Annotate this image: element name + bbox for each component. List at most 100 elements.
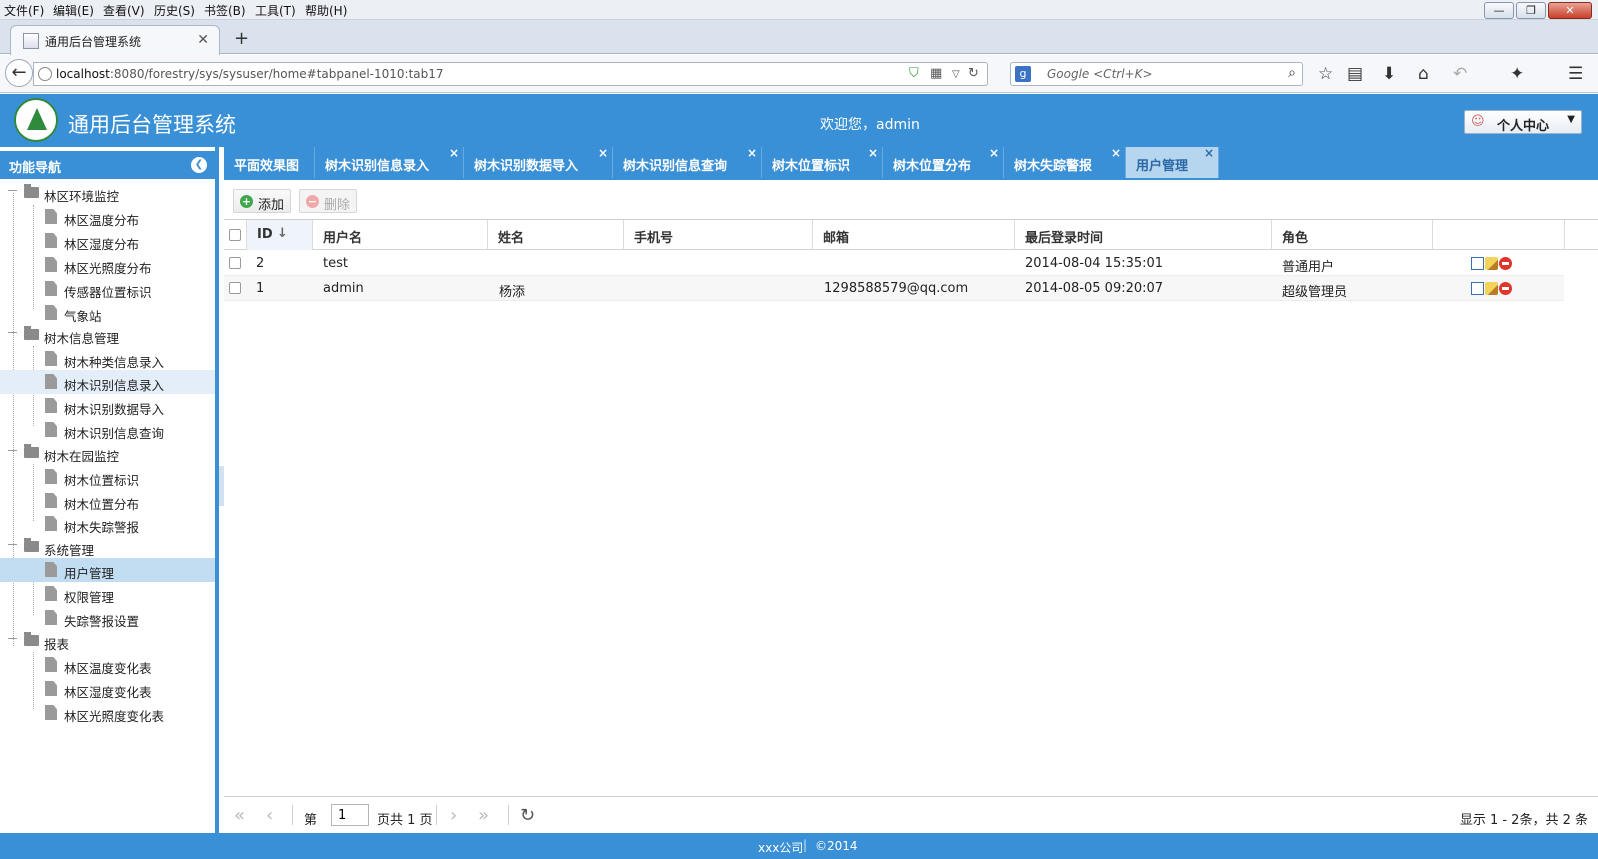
menu-help[interactable]: 帮助(H) bbox=[305, 2, 347, 19]
extension-icon[interactable]: ✦ bbox=[1510, 64, 1524, 84]
collapse-icon[interactable] bbox=[8, 638, 17, 639]
menu-bookmarks[interactable]: 书签(B) bbox=[204, 2, 246, 19]
search-engine-icon[interactable]: g bbox=[1015, 66, 1031, 82]
sidebar-item-info-query[interactable]: 树木识别信息查询 bbox=[0, 418, 215, 442]
tab-user-management[interactable]: 用户管理 × bbox=[1126, 146, 1219, 178]
add-button[interactable]: + 添加 bbox=[233, 189, 291, 213]
bookmark-star-icon[interactable]: ☆ bbox=[1318, 64, 1333, 84]
sidebar-item-weather-station[interactable]: 气象站 bbox=[0, 301, 215, 325]
sidebar-item-position-distribution[interactable]: 树木位置分布 bbox=[0, 489, 215, 513]
edit-pencil-icon[interactable] bbox=[1485, 257, 1498, 270]
new-tab-icon[interactable]: + bbox=[234, 28, 249, 49]
tab-position-distribution[interactable]: 树木位置分布 × bbox=[883, 146, 1004, 178]
sidebar-item-humidity-report[interactable]: 林区湿度变化表 bbox=[0, 677, 215, 701]
sidebar-item-illuminance[interactable]: 林区光照度分布 bbox=[0, 253, 215, 277]
sidebar-item-ident-entry[interactable]: 树木识别信息录入 bbox=[0, 370, 215, 394]
sidebar-item-tree-position[interactable]: 树木位置标识 bbox=[0, 465, 215, 489]
sidebar-item-missing-alert[interactable]: 树木失踪警报 bbox=[0, 512, 215, 536]
sidebar-item-data-import[interactable]: 树木识别数据导入 bbox=[0, 394, 215, 418]
menu-history[interactable]: 历史(S) bbox=[154, 2, 195, 19]
tab-ident-entry[interactable]: 树木识别信息录入 × bbox=[315, 146, 464, 178]
close-icon[interactable]: × bbox=[989, 146, 999, 160]
tree-group-system[interactable]: 系统管理 bbox=[0, 535, 215, 559]
sidebar-item-alert-settings[interactable]: 失踪警报设置 bbox=[0, 606, 215, 630]
column-email[interactable]: 邮箱 bbox=[813, 220, 1015, 250]
back-button[interactable]: ← bbox=[5, 59, 33, 87]
tree-group-tree-info[interactable]: 树木信息管理 bbox=[0, 323, 215, 347]
sidebar-item-permissions[interactable]: 权限管理 bbox=[0, 582, 215, 606]
dropdown-icon[interactable]: ▽ bbox=[952, 69, 960, 80]
sidebar-item-humidity[interactable]: 林区湿度分布 bbox=[0, 229, 215, 253]
reload-icon[interactable]: ↻ bbox=[968, 66, 979, 81]
home-icon[interactable]: ⌂ bbox=[1418, 64, 1429, 84]
column-name[interactable]: 姓名 bbox=[488, 220, 624, 250]
close-window-button[interactable]: ✕ bbox=[1548, 2, 1592, 19]
minimize-button[interactable]: — bbox=[1484, 2, 1514, 19]
sidebar-item-temperature[interactable]: 林区温度分布 bbox=[0, 205, 215, 229]
delete-button[interactable]: − 删除 bbox=[299, 189, 357, 213]
tab-data-import[interactable]: 树木识别数据导入 × bbox=[464, 146, 613, 178]
tab-floor-plan[interactable]: 平面效果图 bbox=[224, 147, 315, 178]
prev-page-icon[interactable]: ‹ bbox=[266, 805, 273, 826]
table-row[interactable]: 2 test 2014-08-04 15:35:01 普通用户 bbox=[224, 251, 1564, 276]
collapse-icon[interactable] bbox=[8, 332, 17, 333]
tree-group-environment[interactable]: 林区环境监控 bbox=[0, 181, 215, 205]
collapse-sidebar-icon[interactable]: ❮ bbox=[191, 157, 207, 173]
menu-hamburger-icon[interactable]: ☰ bbox=[1568, 64, 1583, 84]
address-bar[interactable]: localhost:8080/forestry/sys/sysuser/home… bbox=[33, 62, 988, 86]
search-icon[interactable]: ⌕ bbox=[1288, 65, 1296, 81]
row-checkbox[interactable] bbox=[229, 282, 241, 294]
close-icon[interactable]: × bbox=[598, 146, 608, 160]
collapse-icon[interactable] bbox=[8, 544, 17, 545]
view-detail-icon[interactable] bbox=[1471, 257, 1484, 270]
sidebar-item-temp-report[interactable]: 林区温度变化表 bbox=[0, 653, 215, 677]
table-row[interactable]: 1 admin 杨添 1298588579@qq.com 2014-08-05 … bbox=[224, 276, 1564, 301]
splitter-handle[interactable] bbox=[219, 466, 224, 506]
delete-icon[interactable] bbox=[1499, 257, 1512, 270]
collapse-icon[interactable] bbox=[8, 190, 17, 191]
search-box[interactable]: g Google <Ctrl+K> ⌕ bbox=[1010, 62, 1303, 86]
page-number-input[interactable] bbox=[331, 804, 369, 826]
shield-icon[interactable]: ⛉ bbox=[909, 66, 919, 81]
select-all-checkbox[interactable] bbox=[229, 229, 241, 241]
close-icon[interactable]: × bbox=[747, 146, 757, 160]
close-tab-icon[interactable]: ✕ bbox=[197, 32, 209, 48]
tree-group-reports[interactable]: 报表 bbox=[0, 629, 215, 653]
next-page-icon[interactable]: › bbox=[450, 805, 457, 826]
column-phone[interactable]: 手机号 bbox=[624, 220, 813, 250]
column-last-login[interactable]: 最后登录时间 bbox=[1015, 220, 1272, 250]
sidebar-item-species-entry[interactable]: 树木种类信息录入 bbox=[0, 347, 215, 371]
download-icon[interactable]: ⬇ bbox=[1382, 64, 1396, 84]
collapse-icon[interactable] bbox=[8, 450, 17, 451]
view-detail-icon[interactable] bbox=[1471, 282, 1484, 295]
tree-group-park-monitor[interactable]: 树木在园监控 bbox=[0, 441, 215, 465]
menu-view[interactable]: 查看(V) bbox=[103, 2, 145, 19]
reading-list-icon[interactable]: ▤ bbox=[1347, 64, 1363, 84]
personal-center-button[interactable]: ☺ 个人中心 ▼ bbox=[1464, 110, 1582, 134]
menu-tools[interactable]: 工具(T) bbox=[255, 2, 296, 19]
browser-tab[interactable]: 通用后台管理系统 ✕ bbox=[10, 25, 220, 55]
delete-icon[interactable] bbox=[1499, 282, 1512, 295]
tab-info-query[interactable]: 树木识别信息查询 × bbox=[613, 146, 762, 178]
column-username[interactable]: 用户名 bbox=[313, 220, 488, 250]
menu-file[interactable]: 文件(F) bbox=[4, 2, 44, 19]
last-page-icon[interactable]: » bbox=[478, 805, 489, 826]
undo-icon[interactable]: ↶ bbox=[1453, 64, 1467, 84]
row-checkbox[interactable] bbox=[229, 257, 241, 269]
sidebar-item-user-management[interactable]: 用户管理 bbox=[0, 558, 215, 582]
menu-edit[interactable]: 编辑(E) bbox=[53, 2, 94, 19]
tab-position-mark[interactable]: 树木位置标识 × bbox=[762, 146, 883, 178]
refresh-icon[interactable]: ↻ bbox=[520, 805, 535, 826]
sidebar-item-illuminance-report[interactable]: 林区光照度变化表 bbox=[0, 701, 215, 725]
column-role[interactable]: 角色 bbox=[1272, 220, 1433, 250]
close-icon[interactable]: × bbox=[449, 146, 459, 160]
qr-code-icon[interactable]: ▦ bbox=[930, 66, 942, 81]
sidebar-item-sensor-position[interactable]: 传感器位置标识 bbox=[0, 277, 215, 301]
edit-pencil-icon[interactable] bbox=[1485, 282, 1498, 295]
close-icon[interactable]: × bbox=[868, 146, 878, 160]
tab-missing-alert[interactable]: 树木失踪警报 × bbox=[1004, 146, 1126, 178]
column-id[interactable]: ID ↓ bbox=[247, 220, 313, 250]
first-page-icon[interactable]: « bbox=[234, 805, 245, 826]
close-icon[interactable]: × bbox=[1111, 146, 1121, 160]
restore-button[interactable]: ❐ bbox=[1516, 2, 1546, 19]
